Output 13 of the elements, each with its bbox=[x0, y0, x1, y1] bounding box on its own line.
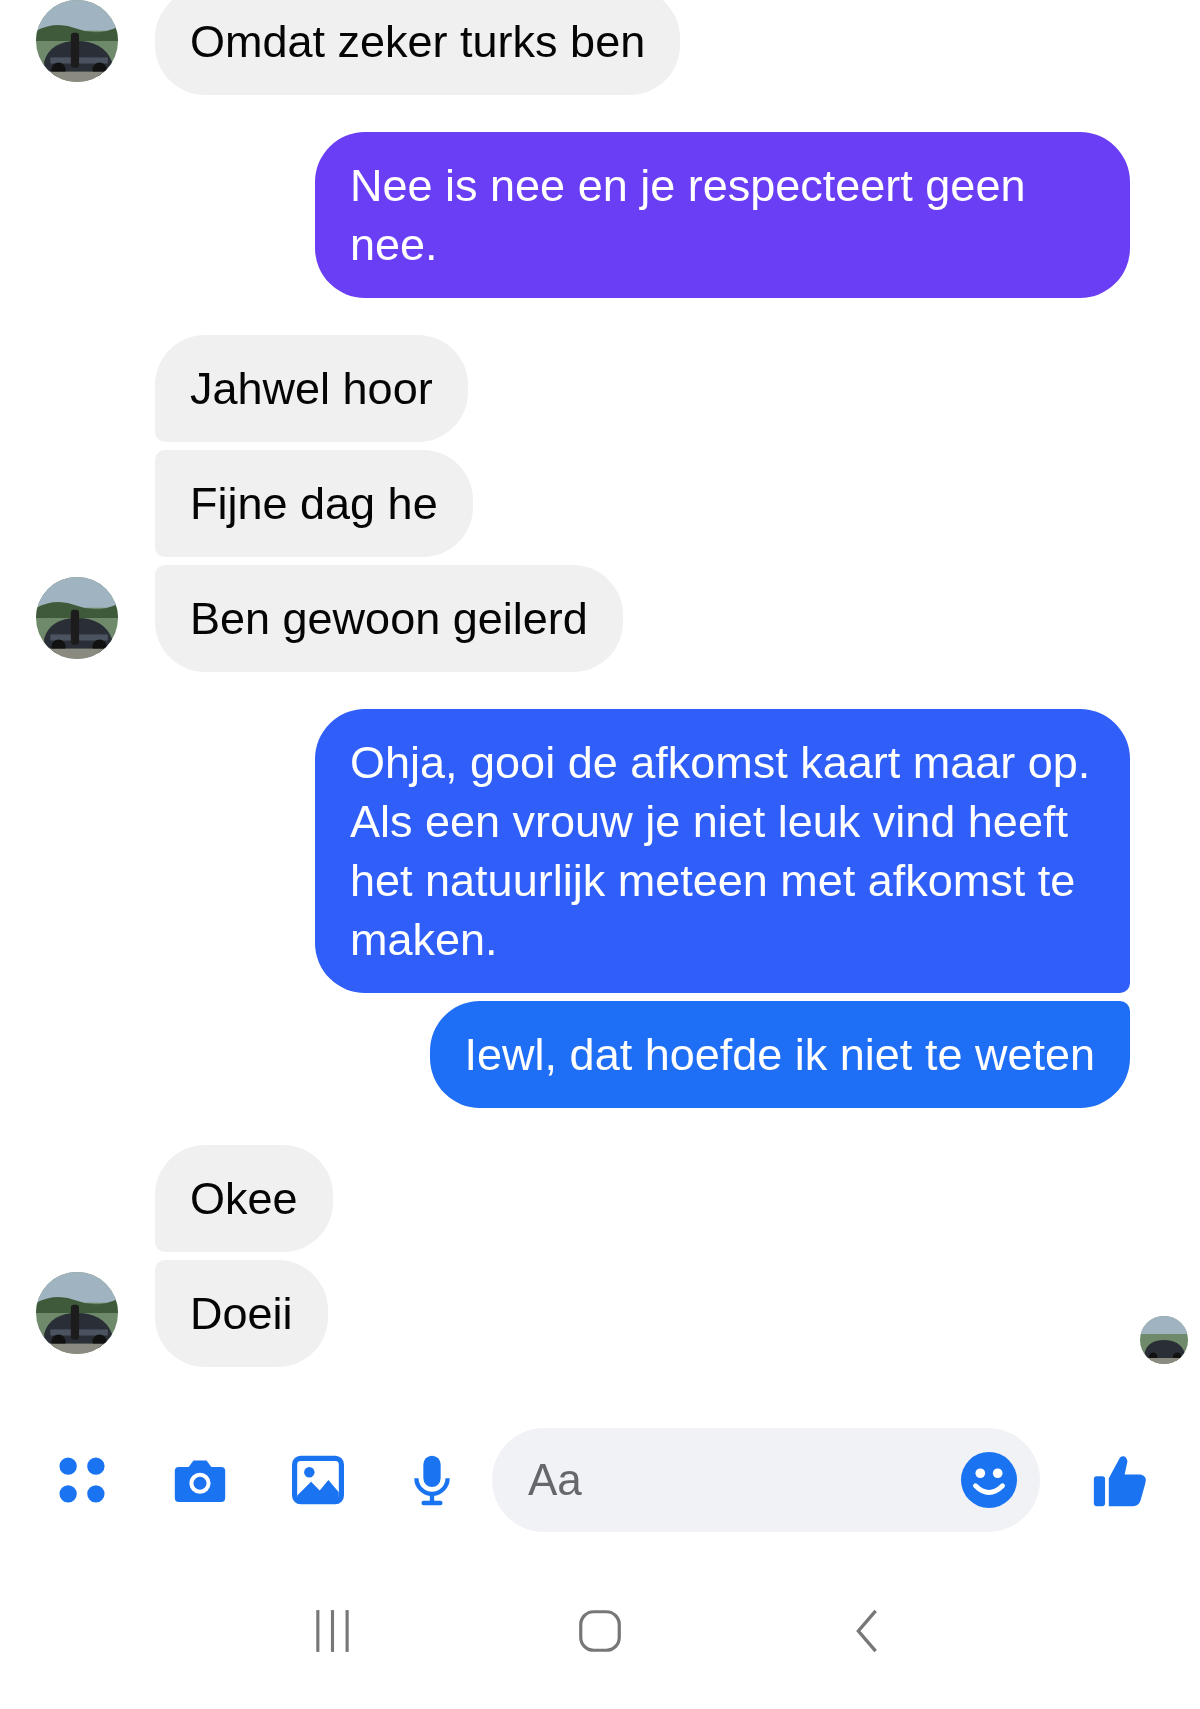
image-icon[interactable] bbox=[292, 1454, 344, 1506]
message-bubble: Doeii bbox=[155, 1260, 328, 1367]
message-field[interactable]: Aa bbox=[492, 1428, 1040, 1532]
message-bubble: Jahwel hoor bbox=[155, 335, 468, 442]
message-bubble: Ohja, gooi de afkomst kaart maar op. Als een vrouw je niet leuk vind heeft het natuurlijk meteen met afkomst te maken. bbox=[315, 709, 1130, 993]
message-bubble: Ben gewoon geilerd bbox=[155, 565, 623, 672]
message-bubble: Nee is nee en je respecteert geen nee. bbox=[315, 132, 1130, 298]
message-bubble: Omdat zeker turks ben bbox=[155, 0, 681, 95]
smiley-icon[interactable] bbox=[960, 1451, 1018, 1509]
home-icon[interactable] bbox=[578, 1608, 622, 1654]
message-bubble: Iewl, dat hoefde ik niet te weten bbox=[429, 1001, 1130, 1108]
message-bubble: Okee bbox=[155, 1145, 333, 1252]
message-bubble: Fijne dag he bbox=[155, 450, 473, 557]
